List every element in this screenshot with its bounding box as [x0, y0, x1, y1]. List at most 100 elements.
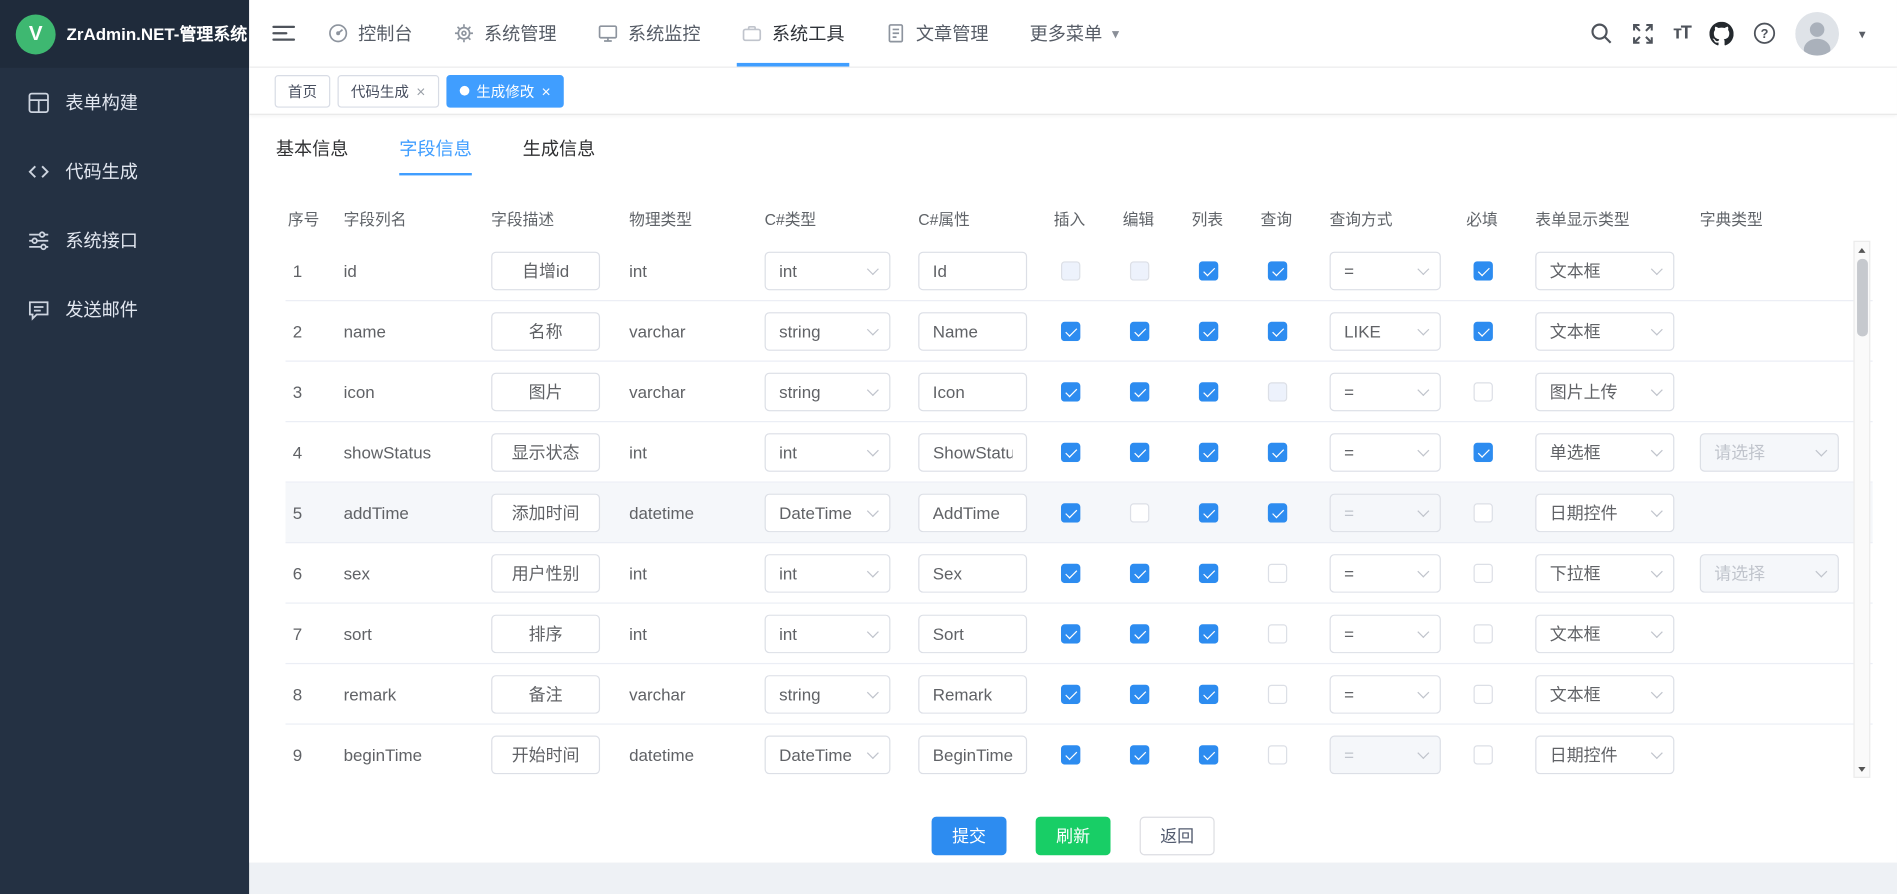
- edit-checkbox[interactable]: [1130, 443, 1149, 462]
- required-checkbox[interactable]: [1474, 261, 1493, 280]
- query-checkbox[interactable]: [1268, 685, 1287, 704]
- insert-checkbox[interactable]: [1061, 624, 1080, 643]
- nav-item-article-admin[interactable]: 文章管理: [865, 0, 1009, 67]
- nav-item-system-monitor[interactable]: 系统监控: [577, 0, 721, 67]
- cs-prop-input[interactable]: [918, 312, 1027, 351]
- required-checkbox[interactable]: [1474, 322, 1493, 341]
- search-icon[interactable]: [1590, 22, 1613, 45]
- sidebar-item-code-gen[interactable]: 代码生成: [0, 137, 249, 206]
- scrollbar-thumb[interactable]: [1856, 259, 1867, 336]
- edit-checkbox[interactable]: [1130, 503, 1149, 522]
- field-desc-input[interactable]: [491, 735, 600, 774]
- user-avatar[interactable]: [1796, 11, 1840, 55]
- display-type-select[interactable]: 文本框: [1535, 312, 1674, 351]
- scroll-up-arrow-icon[interactable]: [1855, 242, 1870, 258]
- chevron-down-icon[interactable]: [1859, 22, 1866, 44]
- display-type-select[interactable]: 日期控件: [1535, 493, 1674, 532]
- query-checkbox[interactable]: [1268, 382, 1287, 401]
- insert-checkbox[interactable]: [1061, 382, 1080, 401]
- cs-prop-input[interactable]: [918, 674, 1027, 713]
- query-mode-select[interactable]: =: [1330, 614, 1441, 653]
- dict-type-select[interactable]: 请选择: [1700, 433, 1839, 472]
- github-icon[interactable]: [1710, 21, 1734, 45]
- insert-checkbox[interactable]: [1061, 503, 1080, 522]
- list-checkbox[interactable]: [1199, 564, 1218, 583]
- tab-basic-info[interactable]: 基本信息: [276, 135, 349, 175]
- nav-item-console[interactable]: 控制台: [307, 0, 433, 67]
- insert-checkbox[interactable]: [1061, 443, 1080, 462]
- list-checkbox[interactable]: [1199, 624, 1218, 643]
- back-button[interactable]: 返回: [1140, 817, 1215, 856]
- sidebar-item-form-builder[interactable]: 表单构建: [0, 68, 249, 137]
- vertical-scrollbar[interactable]: [1853, 241, 1870, 778]
- list-checkbox[interactable]: [1199, 443, 1218, 462]
- tab-gen-info[interactable]: 生成信息: [523, 135, 596, 175]
- edit-checkbox[interactable]: [1130, 685, 1149, 704]
- query-checkbox[interactable]: [1268, 624, 1287, 643]
- cs-type-select[interactable]: DateTime: [765, 493, 891, 532]
- dict-type-select[interactable]: 请选择: [1700, 553, 1839, 592]
- display-type-select[interactable]: 日期控件: [1535, 735, 1674, 774]
- list-checkbox[interactable]: [1199, 503, 1218, 522]
- nav-item-system-tools[interactable]: 系统工具: [721, 0, 865, 67]
- cs-prop-input[interactable]: [918, 433, 1027, 472]
- cs-prop-input[interactable]: [918, 372, 1027, 411]
- field-desc-input[interactable]: [491, 674, 600, 713]
- edit-checkbox[interactable]: [1130, 382, 1149, 401]
- query-mode-select[interactable]: =: [1330, 735, 1441, 774]
- insert-checkbox[interactable]: [1061, 322, 1080, 341]
- cs-prop-input[interactable]: [918, 251, 1027, 290]
- query-checkbox[interactable]: [1268, 564, 1287, 583]
- insert-checkbox[interactable]: [1061, 685, 1080, 704]
- edit-checkbox[interactable]: [1130, 564, 1149, 583]
- required-checkbox[interactable]: [1474, 443, 1493, 462]
- query-mode-select[interactable]: LIKE: [1330, 312, 1441, 351]
- query-checkbox[interactable]: [1268, 503, 1287, 522]
- query-checkbox[interactable]: [1268, 443, 1287, 462]
- list-checkbox[interactable]: [1199, 685, 1218, 704]
- cs-prop-input[interactable]: [918, 553, 1027, 592]
- cs-prop-input[interactable]: [918, 493, 1027, 532]
- cs-type-select[interactable]: string: [765, 674, 891, 713]
- field-desc-input[interactable]: [491, 251, 600, 290]
- help-icon[interactable]: ?: [1754, 22, 1777, 45]
- display-type-select[interactable]: 图片上传: [1535, 372, 1674, 411]
- close-icon[interactable]: [416, 83, 425, 99]
- field-desc-input[interactable]: [491, 614, 600, 653]
- edit-checkbox[interactable]: [1130, 261, 1149, 280]
- query-mode-select[interactable]: =: [1330, 493, 1441, 532]
- required-checkbox[interactable]: [1474, 685, 1493, 704]
- list-checkbox[interactable]: [1199, 261, 1218, 280]
- field-desc-input[interactable]: [491, 493, 600, 532]
- tag-code-gen[interactable]: 代码生成: [338, 74, 439, 107]
- query-mode-select[interactable]: =: [1330, 433, 1441, 472]
- required-checkbox[interactable]: [1474, 503, 1493, 522]
- cs-type-select[interactable]: DateTime: [765, 735, 891, 774]
- display-type-select[interactable]: 文本框: [1535, 674, 1674, 713]
- nav-item-more-menu[interactable]: 更多菜单: [1009, 0, 1140, 67]
- query-checkbox[interactable]: [1268, 745, 1287, 764]
- font-size-icon[interactable]: тT: [1673, 23, 1691, 44]
- cs-type-select[interactable]: int: [765, 614, 891, 653]
- cs-type-select[interactable]: string: [765, 312, 891, 351]
- query-checkbox[interactable]: [1268, 322, 1287, 341]
- nav-item-system-admin[interactable]: 系统管理: [433, 0, 577, 67]
- list-checkbox[interactable]: [1199, 322, 1218, 341]
- tab-field-info[interactable]: 字段信息: [399, 135, 472, 175]
- edit-checkbox[interactable]: [1130, 624, 1149, 643]
- display-type-select[interactable]: 文本框: [1535, 251, 1674, 290]
- required-checkbox[interactable]: [1474, 564, 1493, 583]
- tag-gen-edit[interactable]: 生成修改: [446, 74, 564, 107]
- fullscreen-icon[interactable]: [1632, 22, 1654, 44]
- sidebar-item-api[interactable]: 系统接口: [0, 206, 249, 275]
- query-mode-select[interactable]: =: [1330, 553, 1441, 592]
- required-checkbox[interactable]: [1474, 745, 1493, 764]
- cs-type-select[interactable]: int: [765, 251, 891, 290]
- query-mode-select[interactable]: =: [1330, 251, 1441, 290]
- display-type-select[interactable]: 文本框: [1535, 614, 1674, 653]
- insert-checkbox[interactable]: [1061, 261, 1080, 280]
- display-type-select[interactable]: 下拉框: [1535, 553, 1674, 592]
- refresh-button[interactable]: 刷新: [1036, 817, 1111, 856]
- cs-type-select[interactable]: int: [765, 433, 891, 472]
- edit-checkbox[interactable]: [1130, 322, 1149, 341]
